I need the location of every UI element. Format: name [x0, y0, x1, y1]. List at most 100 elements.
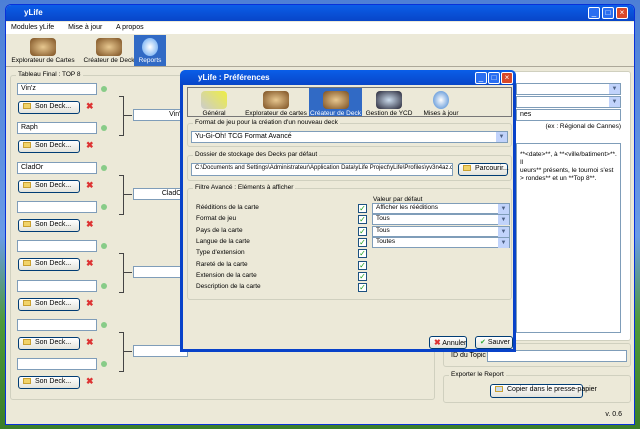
tab-deck-creator[interactable]: Créateur de Deck — [309, 88, 362, 117]
check-icon: ✔ — [480, 339, 486, 346]
folder-title: Dossier de stockage des Decks par défaut — [193, 151, 320, 158]
deck-icon — [322, 91, 349, 109]
deck-label: Son Deck... — [35, 260, 72, 268]
menu-about[interactable]: A propos — [116, 24, 144, 31]
deck-button[interactable]: Son Deck... — [18, 376, 80, 390]
tab-general[interactable]: Général — [188, 88, 240, 117]
title-bar: yLife — [6, 5, 634, 21]
deck-button[interactable]: Son Deck... — [18, 336, 80, 350]
cards-icon — [30, 38, 56, 56]
tab-label: Créateur de Deck — [310, 110, 361, 117]
filter-checkbox[interactable]: ✓ — [358, 204, 367, 213]
deck-button[interactable]: Son Deck... — [18, 179, 80, 193]
filter-label: Format de jeu — [196, 215, 237, 223]
player-input[interactable] — [17, 318, 97, 331]
report-select-1[interactable]: ▼ — [516, 83, 621, 95]
remove-icon[interactable]: ✖ — [86, 140, 94, 151]
menu-modules[interactable]: Modules yLife — [11, 24, 54, 31]
cancel-icon: ✖ — [434, 338, 441, 347]
deck-label: Son Deck... — [35, 220, 72, 228]
remove-icon[interactable]: ✖ — [86, 337, 94, 348]
remove-icon[interactable]: ✖ — [86, 298, 94, 309]
filter-label: Pays de la carte — [196, 226, 243, 234]
export-title: Exporter le Report — [449, 371, 506, 378]
tournament-name-input[interactable]: nes — [516, 109, 621, 121]
dialog-minimize-button[interactable]: _ — [475, 72, 487, 84]
arrow-icon[interactable] — [101, 86, 107, 92]
filter-value: Tous — [376, 215, 390, 223]
tab-updates[interactable]: Mises à jour — [416, 88, 466, 117]
tool-reports[interactable]: Reports — [134, 35, 166, 66]
filter-default-select[interactable]: Tous ▼ — [372, 225, 510, 237]
bracket-connector — [119, 96, 124, 136]
player-input[interactable] — [17, 279, 97, 292]
folder-icon — [23, 338, 31, 345]
arrow-icon[interactable] — [101, 164, 107, 171]
preferences-dialog: yLife : Préférences _ □ × Général Explor… — [180, 70, 516, 352]
filter-default-select[interactable]: Afficher les rééditions ▼ — [372, 203, 510, 214]
report-select-2[interactable]: ▼ — [516, 96, 621, 108]
filter-checkbox[interactable]: ✓ — [358, 283, 367, 293]
copy-label: Copier dans le presse-papier — [507, 386, 597, 393]
tab-card-explorer[interactable]: Explorateur de cartes — [244, 88, 308, 117]
filter-default-select[interactable]: Tous ▼ — [372, 214, 510, 226]
deck-label: Son Deck... — [35, 103, 72, 110]
remove-icon[interactable]: ✖ — [86, 101, 94, 112]
player-input[interactable]: CladOr — [17, 161, 97, 174]
player-input[interactable] — [17, 200, 97, 213]
cancel-button[interactable]: ✖ Annuler — [429, 336, 467, 349]
dialog-close-button[interactable]: × — [501, 72, 513, 84]
tool-card-explorer[interactable]: Explorateur de Cartes — [9, 35, 77, 66]
remove-icon[interactable]: ✖ — [86, 180, 94, 191]
tab-label: Explorateur de cartes — [245, 110, 307, 117]
remove-icon[interactable]: ✖ — [86, 258, 94, 269]
dialog-maximize-button[interactable]: □ — [488, 72, 500, 84]
filter-checkbox[interactable]: ✓ — [358, 215, 367, 225]
player-input[interactable]: Vin'z — [17, 83, 97, 95]
deck-button[interactable]: Son Deck... — [18, 101, 80, 114]
cards-icon — [263, 91, 289, 109]
tool-label: Créateur de Deck — [83, 57, 135, 64]
arrow-icon[interactable] — [101, 203, 107, 210]
format-select[interactable]: Yu-Gi-Oh! TCG Format Avancé ▼ — [191, 131, 508, 143]
folder-icon — [463, 165, 471, 171]
filter-checkbox[interactable]: ✓ — [358, 249, 367, 259]
arrow-icon[interactable] — [101, 321, 107, 328]
report-line: **<date>**, à **<ville/batiment>**. Il — [520, 151, 617, 166]
filter-default-select[interactable]: Toutes ▼ — [372, 236, 510, 248]
filter-checkbox[interactable]: ✓ — [358, 271, 367, 281]
save-label: Sauver — [487, 339, 511, 346]
deck-button[interactable]: Son Deck... — [18, 258, 80, 272]
report-textarea[interactable]: **<date>**, à **<ville/batiment>**. Il u… — [516, 143, 621, 333]
deck-button[interactable]: Son Deck... — [18, 140, 80, 154]
remove-icon[interactable]: ✖ — [86, 219, 94, 230]
minimize-button[interactable]: _ — [588, 7, 600, 19]
arrow-icon[interactable] — [101, 282, 107, 289]
close-button[interactable]: × — [616, 7, 628, 19]
maximize-button[interactable]: □ — [602, 7, 614, 19]
folder-icon — [23, 260, 31, 267]
copy-clipboard-button[interactable]: Copier dans le presse-papier — [490, 384, 597, 398]
browse-button[interactable]: Parcourir... — [458, 163, 509, 176]
menu-update[interactable]: Mise à jour — [68, 24, 102, 31]
filter-checkbox[interactable]: ✓ — [358, 260, 367, 270]
tool-deck-creator[interactable]: Créateur de Deck — [79, 35, 139, 66]
player-input[interactable] — [17, 240, 97, 253]
filter-checkbox[interactable]: ✓ — [358, 226, 367, 236]
player-input[interactable]: Raph — [17, 122, 97, 135]
report-line: > rondes** et un **Top 8**. — [520, 175, 597, 182]
player-input[interactable] — [17, 358, 97, 371]
bracket-connector — [124, 272, 132, 274]
deck-label: Son Deck... — [35, 142, 72, 150]
tab-ycd[interactable]: Gestion de YCD — [364, 88, 414, 117]
deck-button[interactable]: Son Deck... — [18, 218, 80, 232]
filter-checkbox[interactable]: ✓ — [358, 237, 367, 247]
deck-button[interactable]: Son Deck... — [18, 297, 80, 311]
tab-label: Gestion de YCD — [365, 110, 413, 117]
filter-label: Rareté de la carte — [196, 260, 248, 268]
folder-icon — [23, 103, 31, 109]
save-button[interactable]: ✔ Sauver — [475, 336, 513, 349]
folder-input[interactable]: C:\Documents and Settings\Administrateur… — [191, 163, 453, 176]
folder-icon — [23, 220, 31, 227]
remove-icon[interactable]: ✖ — [86, 376, 94, 387]
